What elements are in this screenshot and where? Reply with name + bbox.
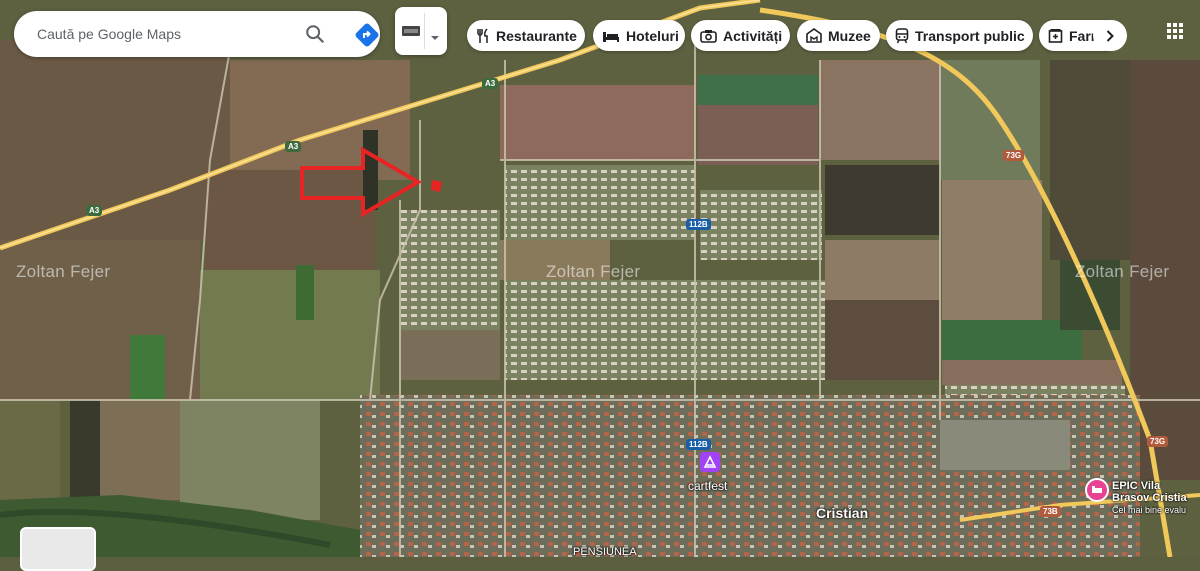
search-box[interactable]: Caută pe Google Maps <box>14 11 380 57</box>
place-label-epic-vila[interactable]: EPIC Vila Brasov Cristia <box>1112 480 1200 504</box>
layers-icon <box>402 24 420 43</box>
chip-label: Restaurante <box>496 27 577 44</box>
train-icon <box>895 27 909 43</box>
place-label-cartfest[interactable]: cartfest <box>688 479 727 493</box>
watermark-left: Zoltan Fejer <box>16 262 111 281</box>
chip-hotels[interactable]: Hoteluri <box>593 20 685 51</box>
fork-knife-icon <box>477 27 488 43</box>
chip-restaurants[interactable]: Restaurante <box>467 20 585 51</box>
museum-icon <box>806 28 822 43</box>
road-shield-a3: A3 <box>482 78 499 89</box>
chip-label: Muzee <box>828 27 871 44</box>
road-shield-112b: 112B <box>686 439 711 450</box>
search-placeholder: Caută pe Google Maps <box>37 26 181 42</box>
chip-label: Activități <box>723 27 783 44</box>
place-rating-label: Cel mai bine evalu <box>1112 505 1187 515</box>
chip-museums[interactable]: Muzee <box>797 20 880 51</box>
chevron-right-icon <box>1106 29 1114 42</box>
chips-next-button[interactable] <box>1093 20 1127 51</box>
search-icon[interactable] <box>304 23 326 50</box>
place-label-cristian[interactable]: Cristian <box>816 505 868 521</box>
apps-grid-icon[interactable] <box>1166 22 1184 45</box>
place-label-pensiunea[interactable]: PENSIUNEA <box>573 546 637 558</box>
road-shield-73g: 73G <box>1003 150 1025 161</box>
road-shield-a3: A3 <box>86 205 103 216</box>
road-shield-73b: 73B <box>1040 506 1061 517</box>
road-shield-73g: 73G <box>1147 436 1169 447</box>
watermark-center: Zoltan Fejer <box>546 262 641 281</box>
chip-activities[interactable]: Activități <box>691 20 790 51</box>
layers-separator <box>424 13 425 49</box>
layers-button[interactable] <box>395 7 447 55</box>
chip-label: Transport public <box>915 27 1025 44</box>
directions-icon[interactable] <box>354 22 380 53</box>
camera-icon <box>700 29 717 43</box>
chip-label: Hoteluri <box>626 27 679 44</box>
bed-icon <box>603 31 619 42</box>
watermark-right: Zoltan Fejer <box>1075 262 1170 281</box>
road-shield-112b: 112B <box>686 219 711 230</box>
road-shield-a3: A3 <box>285 141 302 152</box>
map-type-thumbnail[interactable] <box>20 527 96 571</box>
chevron-down-icon[interactable] <box>430 28 440 46</box>
pharmacy-icon <box>1048 29 1063 43</box>
chip-public-transport[interactable]: Transport public <box>886 20 1033 51</box>
